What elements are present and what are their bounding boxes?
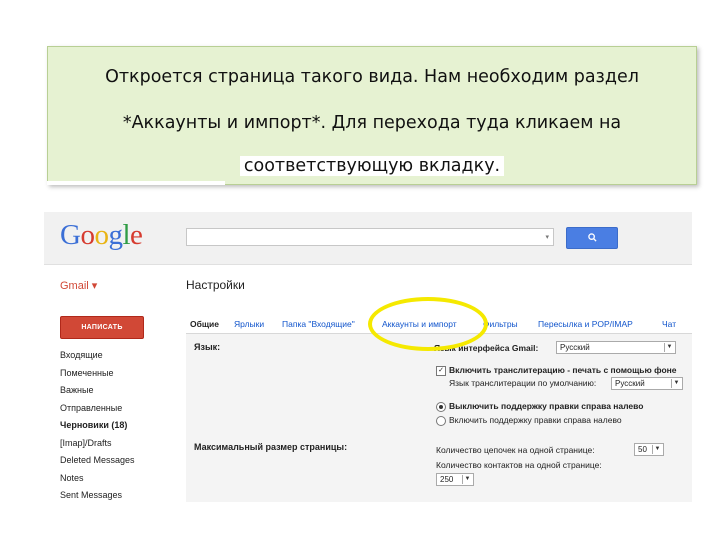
rtl-off-label: Выключить поддержку правки справа налево (449, 401, 644, 411)
nav-item-drafts[interactable]: Черновики (18) (60, 417, 135, 435)
search-icon (587, 233, 597, 242)
translit-default-value: Русский (615, 379, 645, 388)
tab-general[interactable]: Общие (190, 319, 219, 329)
dropdown-arrow-icon: ▼ (671, 379, 681, 388)
nav-item-important[interactable]: Важные (60, 382, 135, 400)
note-line-3-text: соответствующую вкладку. (239, 156, 505, 176)
note-line-1: Откроется страница такого вида. Нам необ… (105, 67, 639, 87)
translit-default-select[interactable]: Русский ▼ (611, 377, 683, 390)
nav-item-sent-messages[interactable]: Sent Messages (60, 487, 135, 502)
logo-letter: G (60, 219, 81, 251)
threads-per-page-select[interactable]: 50 ▼ (634, 443, 664, 456)
rtl-on-radio[interactable] (436, 416, 446, 426)
compose-button[interactable]: НАПИСАТЬ (60, 316, 144, 339)
interface-language-value: Русский (560, 343, 590, 352)
rtl-on-label: Включить поддержку правки справа налево (449, 415, 622, 425)
tab-filters[interactable]: Фильтры (483, 319, 518, 329)
translit-checkbox[interactable]: ✓ (436, 366, 446, 376)
dropdown-arrow-icon: ▼ (652, 445, 662, 454)
page-size-section-label: Максимальный размер страницы: (194, 442, 348, 452)
nav-item-starred[interactable]: Помеченные (60, 365, 135, 383)
contacts-per-page-value: 250 (440, 475, 454, 484)
tab-labels[interactable]: Ярлыки (234, 319, 264, 329)
threads-per-page-value: 50 (638, 445, 647, 454)
nav-item-sent[interactable]: Отправленные (60, 400, 135, 418)
search-button[interactable] (566, 227, 618, 249)
top-bar: Google ▾ (44, 212, 692, 265)
instruction-note: Откроется страница такого вида. Нам необ… (47, 46, 697, 185)
gmail-app-menu[interactable]: Gmail ▾ (60, 279, 97, 292)
tab-forwarding-pop-imap[interactable]: Пересылка и POP/IMAP (538, 319, 633, 329)
dropdown-arrow-icon: ▼ (462, 475, 472, 484)
nav-item-deleted-messages[interactable]: Deleted Messages (60, 452, 135, 470)
translit-label: Включить транслитерацию - печать с помощ… (449, 365, 677, 375)
logo-letter: o (94, 219, 109, 251)
threads-per-page-label: Количество цепочек на одной странице: (436, 445, 595, 455)
nav-item-notes[interactable]: Notes (60, 470, 135, 488)
note-line-3: соответствующую вкладку. (48, 156, 696, 176)
mail-folder-nav: Входящие Помеченные Важные Отправленные … (60, 347, 135, 502)
dropdown-arrow-icon: ▼ (664, 343, 674, 352)
language-section-label: Язык: (194, 342, 221, 352)
note-underline-gap (47, 181, 225, 185)
note-line-2: *Аккаунты и импорт*. Для перехода туда к… (122, 113, 622, 133)
logo-letter: e (130, 219, 143, 251)
logo-letter: g (108, 219, 123, 251)
accounts-tab-highlight-circle (368, 297, 488, 351)
logo-letter: o (80, 219, 95, 251)
contacts-per-page-select[interactable]: 250 ▼ (436, 473, 474, 486)
gmail-settings-screenshot: Google ▾ Gmail ▾ Настройки НАПИСАТЬ Вход… (44, 212, 692, 502)
contacts-per-page-label: Количество контактов на одной странице: (436, 460, 602, 470)
tab-chat[interactable]: Чат (662, 319, 676, 329)
page-title: Настройки (186, 278, 245, 292)
nav-item-imap-drafts[interactable]: [Imap]/Drafts (60, 435, 135, 453)
search-options-dropdown-icon[interactable]: ▾ (545, 233, 549, 241)
nav-item-inbox[interactable]: Входящие (60, 347, 135, 365)
tab-inbox[interactable]: Папка "Входящие" (282, 319, 355, 329)
logo-letter: l (122, 219, 131, 251)
translit-default-label: Язык транслитерации по умолчанию: (449, 378, 597, 388)
google-logo[interactable]: Google (60, 219, 143, 252)
search-input[interactable]: ▾ (186, 228, 554, 246)
rtl-off-radio[interactable] (436, 402, 446, 412)
interface-language-select[interactable]: Русский ▼ (556, 341, 676, 354)
general-settings-panel: Язык: Язык интерфейса Gmail: Русский ▼ ✓… (186, 334, 692, 502)
